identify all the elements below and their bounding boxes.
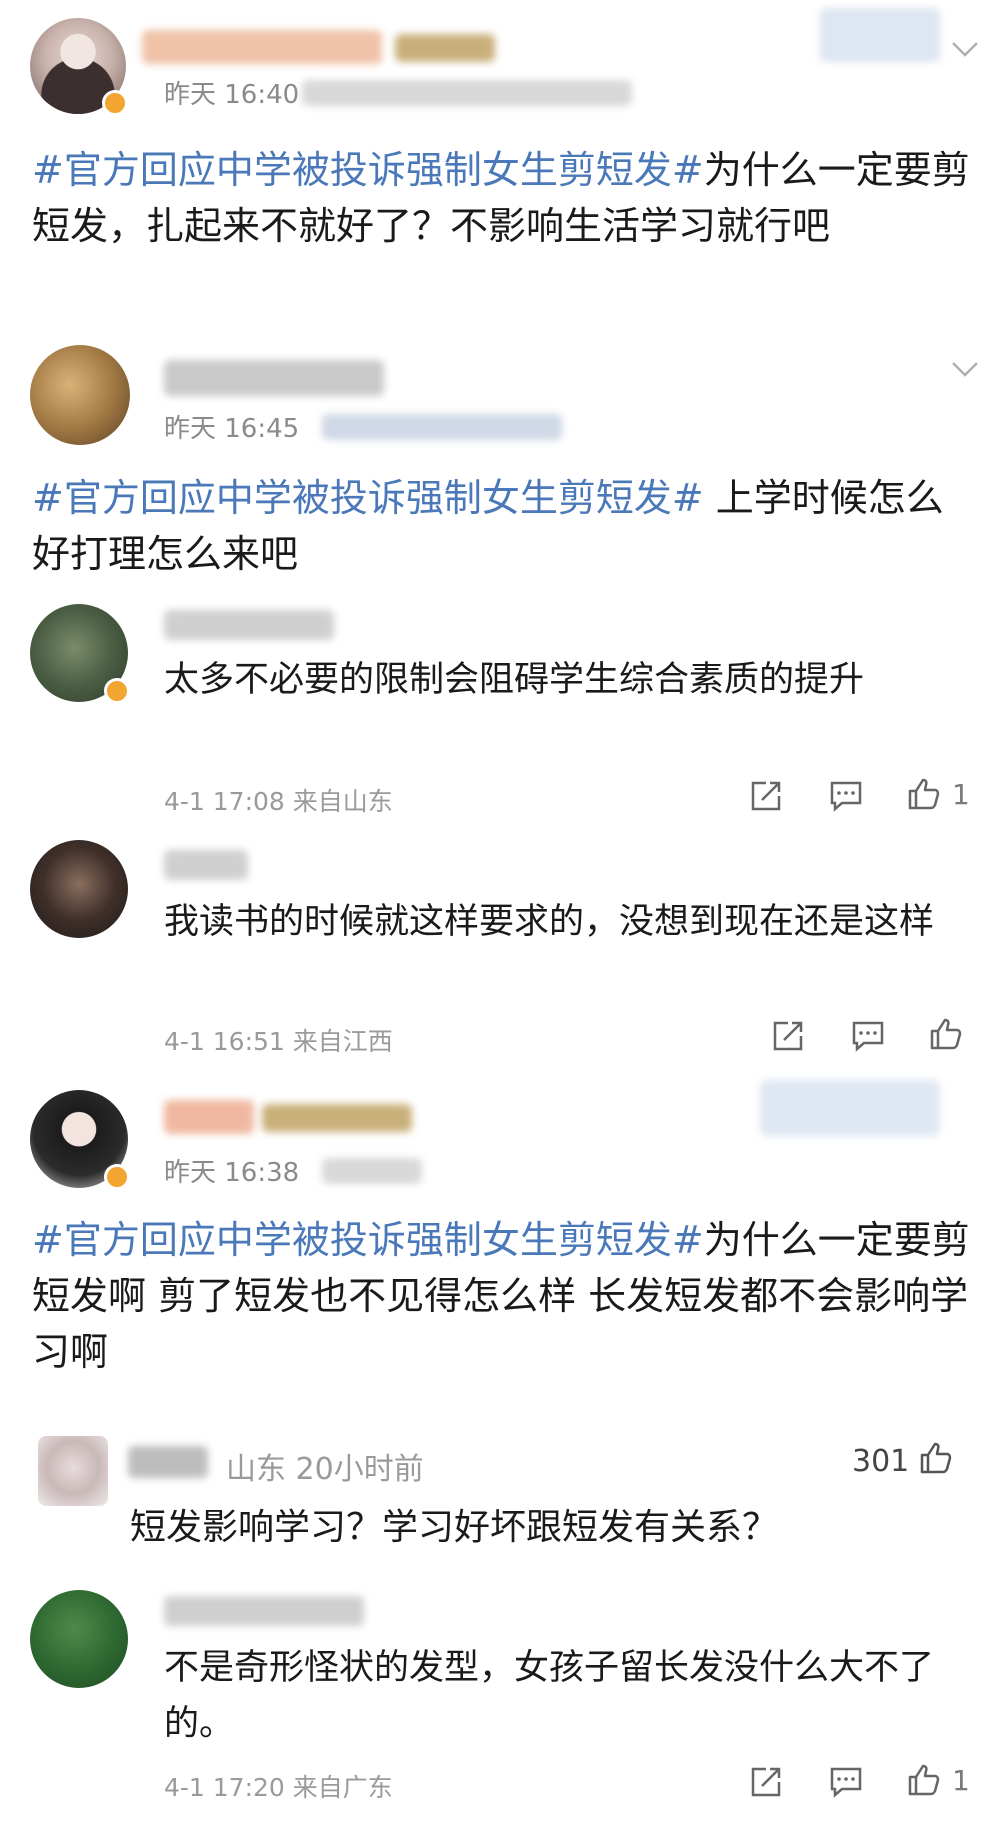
post-text: #官方回应中学被投诉强制女生剪短发# 上学时候怎么好打理怎么来吧 xyxy=(32,470,972,582)
username-blurred[interactable] xyxy=(164,360,384,396)
like-button[interactable] xyxy=(906,776,942,812)
avatar[interactable] xyxy=(30,345,130,445)
reply-time: 4-1 16:51 来自江西 xyxy=(164,1027,393,1056)
share-icon xyxy=(751,781,781,811)
avatar[interactable] xyxy=(30,1590,128,1688)
avatar[interactable] xyxy=(30,18,128,116)
share-button[interactable] xyxy=(748,778,784,814)
verified-badge-icon xyxy=(104,678,130,704)
share-button[interactable] xyxy=(748,1764,784,1800)
chevron-down-icon[interactable] xyxy=(950,40,980,58)
avatar[interactable] xyxy=(30,1090,130,1190)
reply-location-time: 山东 20小时前 xyxy=(226,1452,424,1487)
like-icon xyxy=(908,778,940,810)
comment-button[interactable] xyxy=(850,1018,886,1054)
share-button[interactable] xyxy=(770,1018,806,1054)
hashtag-link[interactable]: #官方回应中学被投诉强制女生剪短发# xyxy=(32,1218,704,1262)
comment-icon xyxy=(852,1021,884,1052)
verified-badge-icon xyxy=(102,90,128,116)
like-button[interactable] xyxy=(928,1016,964,1052)
post-text: #官方回应中学被投诉强制女生剪短发#为什么一定要剪短发啊 剪了短发也不见得怎么样… xyxy=(32,1212,972,1380)
source-blurred xyxy=(302,80,632,106)
username-blurred[interactable] xyxy=(164,850,248,880)
like-icon xyxy=(920,1442,952,1474)
post-time: 昨天 16:40 xyxy=(164,80,300,110)
level-badge-blurred xyxy=(395,34,495,62)
like-button[interactable] xyxy=(918,1440,954,1476)
like-icon xyxy=(908,1764,940,1796)
share-icon xyxy=(751,1767,781,1797)
hashtag-link[interactable]: #官方回应中学被投诉强制女生剪短发# xyxy=(32,476,704,520)
comment-icon xyxy=(830,1767,862,1798)
share-icon xyxy=(773,1021,803,1051)
reply-text: 短发影响学习？学习好坏跟短发有关系？ xyxy=(130,1507,779,1548)
reply-text: 太多不必要的限制会阻碍学生综合素质的提升 xyxy=(164,660,865,700)
post-text: #官方回应中学被投诉强制女生剪短发#为什么一定要剪短发，扎起来不就好了？不影响生… xyxy=(32,142,972,254)
like-button[interactable] xyxy=(906,1762,942,1798)
like-icon xyxy=(930,1018,962,1050)
comment-button[interactable] xyxy=(828,1764,864,1800)
source-blurred xyxy=(322,1158,422,1184)
reply-time: 4-1 17:20 来自广东 xyxy=(164,1773,393,1802)
username-blurred[interactable] xyxy=(164,1100,254,1134)
verified-badge-icon xyxy=(104,1164,130,1190)
comment-icon xyxy=(830,781,862,812)
source-blurred xyxy=(322,414,562,440)
reply-text: 不是奇形怪状的发型，女孩子留长发没什么大不了的。 xyxy=(164,1648,935,1744)
post-time: 昨天 16:45 xyxy=(164,414,300,444)
like-count: 301 xyxy=(852,1444,910,1479)
avatar[interactable] xyxy=(30,604,130,704)
like-count: 1 xyxy=(952,778,970,811)
reply-time: 4-1 17:08 来自山东 xyxy=(164,787,393,816)
username-blurred[interactable] xyxy=(128,1446,208,1478)
username-blurred[interactable] xyxy=(164,610,334,640)
post-time: 昨天 16:38 xyxy=(164,1158,300,1188)
reply-text: 我读书的时候就这样要求的，没想到现在还是这样 xyxy=(164,902,935,942)
decoration-blurred xyxy=(820,8,940,62)
like-count: 1 xyxy=(952,1764,970,1797)
level-badge-blurred xyxy=(262,1104,412,1132)
username-blurred[interactable] xyxy=(164,1596,364,1626)
hashtag-link[interactable]: #官方回应中学被投诉强制女生剪短发# xyxy=(32,148,704,192)
avatar[interactable] xyxy=(38,1436,108,1506)
avatar[interactable] xyxy=(30,840,128,938)
decoration-blurred xyxy=(760,1080,940,1136)
username-blurred[interactable] xyxy=(142,30,382,64)
chevron-down-icon[interactable] xyxy=(950,360,980,378)
comment-button[interactable] xyxy=(828,778,864,814)
